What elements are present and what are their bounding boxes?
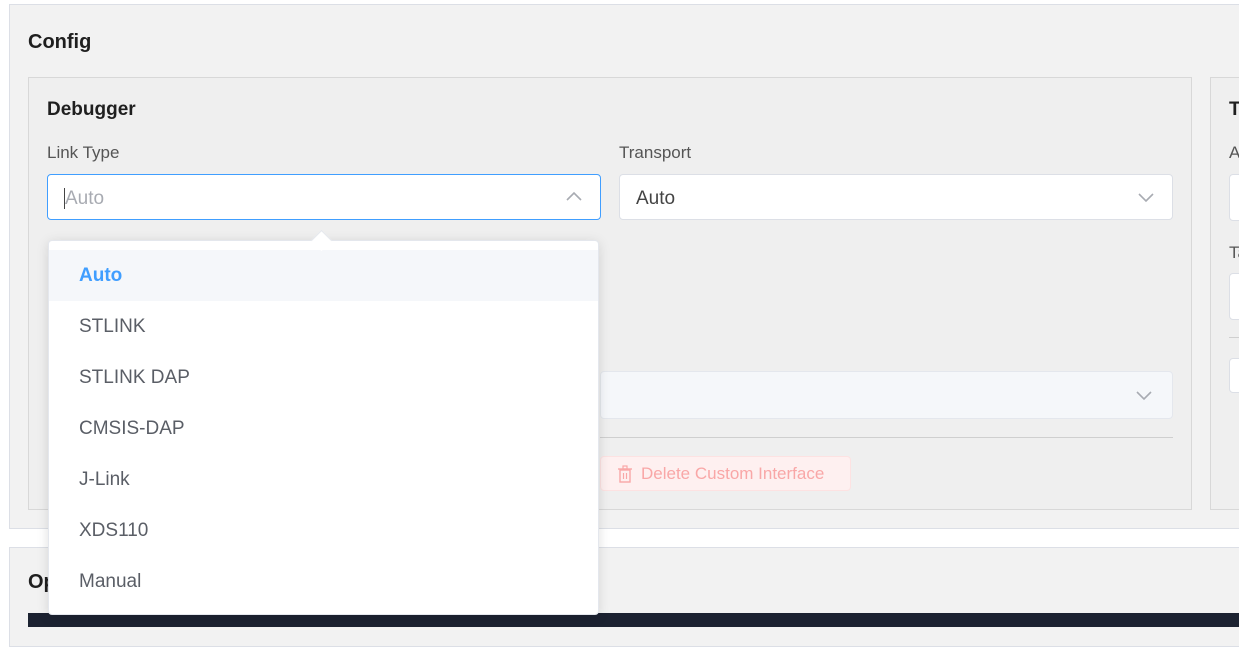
chevron-down-icon [1136, 187, 1156, 207]
link-type-placeholder: Auto [65, 188, 105, 209]
target-panel-button[interactable] [1229, 358, 1239, 393]
transport-value: Auto [636, 188, 676, 209]
debugger-title: Debugger [47, 99, 136, 120]
target-panel-label-ta: Ta [1229, 243, 1239, 262]
interface-select[interactable] [600, 371, 1173, 419]
link-type-options: Auto STLINK STLINK DAP CMSIS-DAP J-Link … [49, 241, 598, 607]
debugger-divider [600, 437, 1173, 438]
transport-label: Transport [619, 143, 692, 162]
target-panel-title: T [1229, 99, 1239, 120]
option-auto[interactable]: Auto [49, 250, 598, 301]
target-panel-label-a: A [1229, 143, 1239, 162]
chevron-down-icon [1134, 385, 1154, 405]
chevron-up-icon [564, 187, 584, 207]
option-cmsis-dap[interactable]: CMSIS-DAP [49, 403, 598, 454]
option-xds110[interactable]: XDS110 [49, 505, 598, 556]
target-panel-input-1[interactable] [1229, 174, 1239, 221]
link-type-select[interactable]: Auto [47, 174, 601, 220]
config-title: Config [28, 31, 92, 53]
trash-icon [617, 465, 633, 483]
link-type-label: Link Type [47, 143, 120, 162]
target-panel-input-2[interactable] [1229, 273, 1239, 320]
option-stlink[interactable]: STLINK [49, 301, 598, 352]
delete-button-label: Delete Custom Interface [641, 464, 825, 483]
transport-select[interactable]: Auto [619, 174, 1173, 220]
option-manual[interactable]: Manual [49, 556, 598, 607]
terminal-output [28, 613, 1239, 627]
option-stlink-dap[interactable]: STLINK DAP [49, 352, 598, 403]
delete-custom-interface-button[interactable]: Delete Custom Interface [600, 456, 851, 491]
option-j-link[interactable]: J-Link [49, 454, 598, 505]
target-panel-divider [1229, 337, 1239, 338]
link-type-dropdown: Auto STLINK STLINK DAP CMSIS-DAP J-Link … [48, 240, 599, 615]
